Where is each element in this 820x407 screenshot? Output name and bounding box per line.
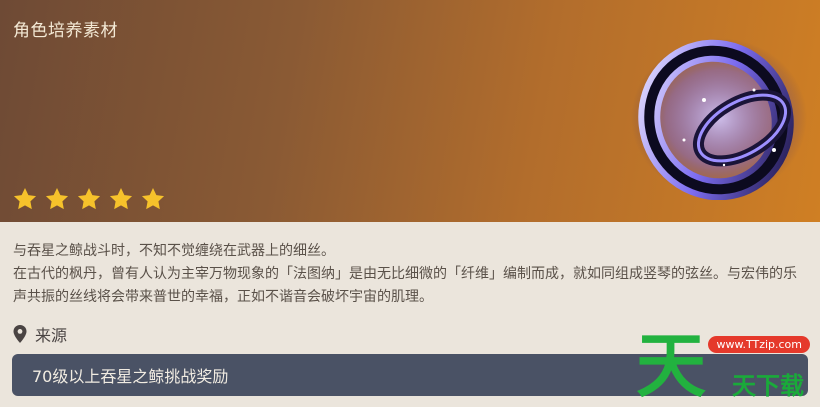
star-icon: [109, 187, 133, 210]
star-icon: [77, 187, 101, 210]
star-icon: [13, 187, 37, 210]
source-heading: 来源: [13, 322, 67, 346]
item-detail-card: 角色培养素材 与吞星之鲸战斗时，不知不觉缠绕在武器上的细丝。 在古代的枫丹，曾有…: [0, 0, 820, 406]
item-category-title: 角色培养素材: [13, 21, 118, 41]
source-entry-label: 70级以上吞星之鲸挑战奖励: [32, 367, 229, 386]
source-label: 来源: [35, 326, 68, 345]
location-pin-icon: [13, 325, 27, 343]
star-icon: [141, 187, 165, 210]
site-watermark: 天 www.TTzip.com 天下载: [636, 328, 814, 404]
description-line: 与吞星之鲸战斗时，不知不觉缠绕在武器上的细丝。: [13, 243, 335, 259]
description-line: 在古代的枫丹，曾有人认为主宰万物现象的「法图纳」是由无比细微的「纤维」编制而成，…: [13, 266, 797, 305]
watermark-url-badge: www.TTzip.com: [708, 336, 810, 353]
rarity-stars: [12, 186, 166, 212]
item-description: 与吞星之鲸战斗时，不知不觉缠绕在武器上的细丝。 在古代的枫丹，曾有人认为主宰万物…: [13, 240, 808, 309]
star-icon: [45, 187, 69, 210]
watermark-logo-char: 天: [636, 325, 706, 407]
item-header: 角色培养素材: [0, 0, 820, 222]
watermark-text: 天下载: [732, 372, 804, 400]
cosmic-string-icon: [631, 38, 807, 200]
